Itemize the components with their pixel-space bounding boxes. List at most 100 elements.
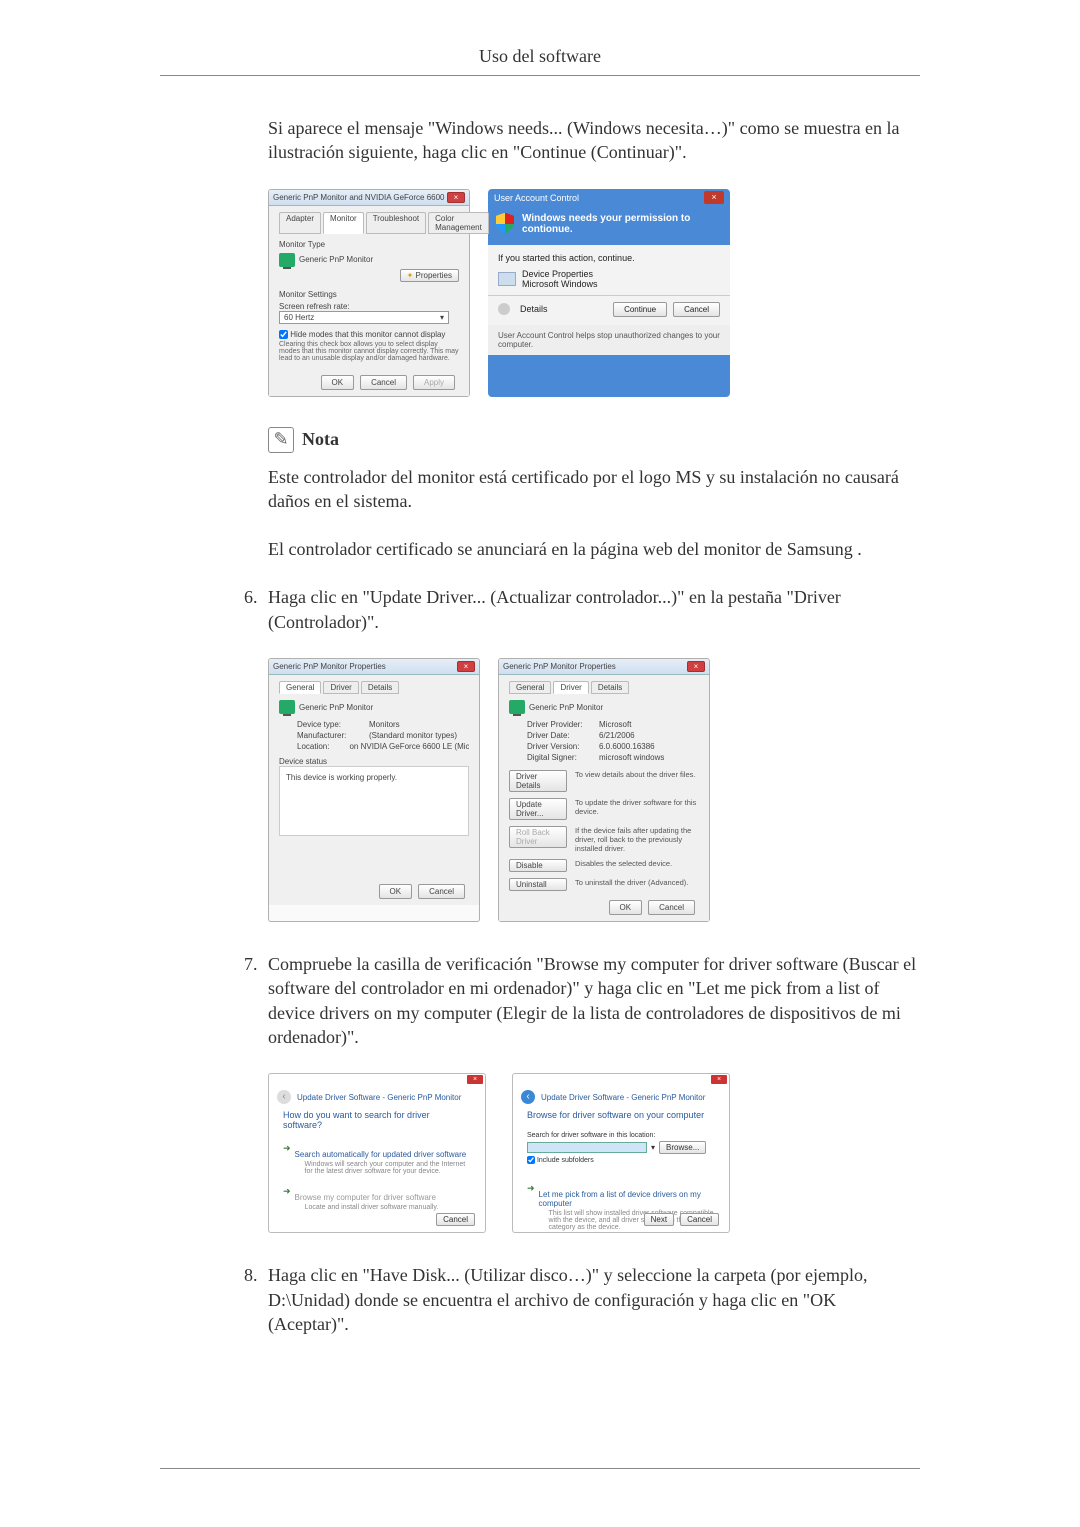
monitor-name: Generic PnP Monitor — [299, 255, 373, 264]
monitor-props-dialog: Generic PnP Monitor and NVIDIA GeForce 6… — [268, 189, 470, 397]
kv-key: Manufacturer: — [297, 731, 369, 740]
next-button[interactable]: Next — [644, 1213, 674, 1226]
tab-general[interactable]: General — [509, 681, 551, 694]
arrow-icon: ➜ — [527, 1183, 535, 1194]
wizard-browse: × ‹ Update Driver Software - Generic PnP… — [512, 1073, 730, 1233]
tab-details[interactable]: Details — [361, 681, 399, 694]
rollback-button: Roll Back Driver — [509, 826, 567, 848]
close-icon[interactable]: × — [467, 1075, 483, 1084]
uac-started: If you started this action, continue. — [498, 253, 720, 263]
option-sub: Windows will search your computer and th… — [305, 1161, 471, 1175]
wizard-crumb: Update Driver Software - Generic PnP Mon… — [297, 1093, 461, 1102]
search-auto-option[interactable]: ➜ Search automatically for updated drive… — [283, 1142, 471, 1175]
dialog-title: Generic PnP Monitor Properties — [273, 662, 457, 671]
arrow-icon: ➜ — [283, 1186, 291, 1197]
tab-driver[interactable]: Driver — [323, 681, 358, 694]
btn-desc: To update the driver software for this d… — [575, 798, 699, 816]
cancel-button[interactable]: Cancel — [436, 1213, 475, 1226]
close-icon[interactable]: × — [711, 1075, 727, 1084]
continue-button[interactable]: Continue — [613, 302, 667, 317]
step8-text: Haga clic en "Have Disk... (Utilizar dis… — [268, 1263, 920, 1336]
apply-button: Apply — [413, 375, 455, 390]
uac-mw: Microsoft Windows — [522, 279, 598, 289]
note-p1: Este controlador del monitor está certif… — [268, 465, 920, 514]
close-icon[interactable]: × — [687, 661, 705, 672]
note-icon: ✎ — [268, 427, 294, 453]
chevron-down-icon[interactable] — [498, 303, 510, 315]
option-label: Browse my computer for driver software — [295, 1193, 439, 1202]
option-label: Let me pick from a list of device driver… — [539, 1190, 715, 1208]
hide-modes-label: Hide modes that this monitor cannot disp… — [290, 330, 445, 339]
section-label: Monitor Settings — [279, 290, 459, 299]
details-label[interactable]: Details — [520, 304, 607, 314]
cancel-button[interactable]: Cancel — [648, 900, 695, 915]
monitor-name: Generic PnP Monitor — [299, 703, 373, 712]
close-icon[interactable]: × — [447, 192, 465, 203]
option-label: Search automatically for updated driver … — [295, 1150, 471, 1159]
step6-text: Haga clic en "Update Driver... (Actualiz… — [268, 585, 920, 634]
ok-button[interactable]: OK — [609, 900, 643, 915]
uninstall-button[interactable]: Uninstall — [509, 878, 567, 891]
kv-key: Driver Version: — [527, 742, 599, 751]
kv-val: (Standard monitor types) — [369, 731, 457, 740]
disable-button[interactable]: Disable — [509, 859, 567, 872]
wizard-crumb: Update Driver Software - Generic PnP Mon… — [541, 1093, 705, 1102]
kv-val: 6/21/2006 — [599, 731, 635, 740]
uac-headline: Windows needs your permission to contion… — [522, 213, 722, 235]
cancel-button[interactable]: Cancel — [680, 1213, 719, 1226]
update-driver-button[interactable]: Update Driver... — [509, 798, 567, 820]
cancel-button[interactable]: Cancel — [673, 302, 720, 317]
kv-key: Driver Provider: — [527, 720, 599, 729]
wizard-heading: Browse for driver software on your compu… — [527, 1110, 715, 1120]
kv-val: Microsoft — [599, 720, 631, 729]
monitor-name: Generic PnP Monitor — [529, 703, 603, 712]
arrow-icon: ➜ — [283, 1143, 291, 1154]
tab-adapter[interactable]: Adapter — [279, 212, 321, 234]
hide-modes-checkbox[interactable] — [279, 330, 288, 339]
kv-key: Driver Date: — [527, 731, 599, 740]
driver-details-button[interactable]: Driver Details — [509, 770, 567, 792]
kv-val: on NVIDIA GeForce 6600 LE (Microsoft Cor… — [349, 742, 469, 751]
wizard-search: × ‹ Update Driver Software - Generic PnP… — [268, 1073, 486, 1233]
monitor-icon — [279, 700, 295, 714]
note-label: Nota — [302, 429, 339, 450]
properties-button[interactable]: ✦ Properties — [400, 269, 459, 282]
device-status-text: This device is working properly. — [286, 773, 397, 782]
device-icon — [498, 272, 516, 286]
kv-val: 6.0.6000.16386 — [599, 742, 655, 751]
location-input[interactable] — [527, 1142, 647, 1153]
cancel-button[interactable]: Cancel — [418, 884, 465, 899]
btn-desc: To view details about the driver files. — [575, 770, 699, 779]
tab-colormgmt[interactable]: Color Management — [428, 212, 489, 234]
uac-dp: Device Properties — [522, 269, 598, 279]
tab-driver[interactable]: Driver — [553, 681, 588, 694]
cancel-button[interactable]: Cancel — [360, 375, 407, 390]
refresh-label: Screen refresh rate: — [279, 302, 459, 311]
include-subfolders-checkbox[interactable] — [527, 1156, 535, 1164]
ok-button[interactable]: OK — [321, 375, 355, 390]
refresh-select[interactable]: 60 Hertz▾ — [279, 311, 449, 324]
step-number: 6. — [244, 585, 268, 634]
dialog-title: Generic PnP Monitor and NVIDIA GeForce 6… — [273, 193, 447, 202]
tab-monitor[interactable]: Monitor — [323, 212, 364, 234]
close-icon[interactable]: × — [457, 661, 475, 672]
browse-computer-option[interactable]: ➜ Browse my computer for driver software… — [283, 1185, 471, 1211]
tab-troubleshoot[interactable]: Troubleshoot — [366, 212, 426, 234]
kv-val: microsoft windows — [599, 753, 664, 762]
include-label: Include subfolders — [537, 1157, 594, 1164]
tab-general[interactable]: General — [279, 681, 321, 694]
step-number: 8. — [244, 1263, 268, 1336]
back-icon[interactable]: ‹ — [521, 1090, 535, 1104]
tab-details[interactable]: Details — [591, 681, 629, 694]
uac-dialog: User Account Control × Windows needs you… — [488, 189, 730, 397]
ok-button[interactable]: OK — [379, 884, 413, 899]
browse-button[interactable]: Browse... — [659, 1141, 706, 1154]
driver-props-driver: Generic PnP Monitor Properties × General… — [498, 658, 710, 922]
driver-props-general: Generic PnP Monitor Properties × General… — [268, 658, 480, 922]
step-number: 7. — [244, 952, 268, 1049]
hide-modes-note: Clearing this check box allows you to se… — [279, 341, 459, 362]
back-icon[interactable]: ‹ — [277, 1090, 291, 1104]
intro-text: Si aparece el mensaje "Windows needs... … — [268, 116, 920, 165]
uac-footer: User Account Control helps stop unauthor… — [488, 325, 730, 355]
close-icon[interactable]: × — [704, 191, 724, 204]
